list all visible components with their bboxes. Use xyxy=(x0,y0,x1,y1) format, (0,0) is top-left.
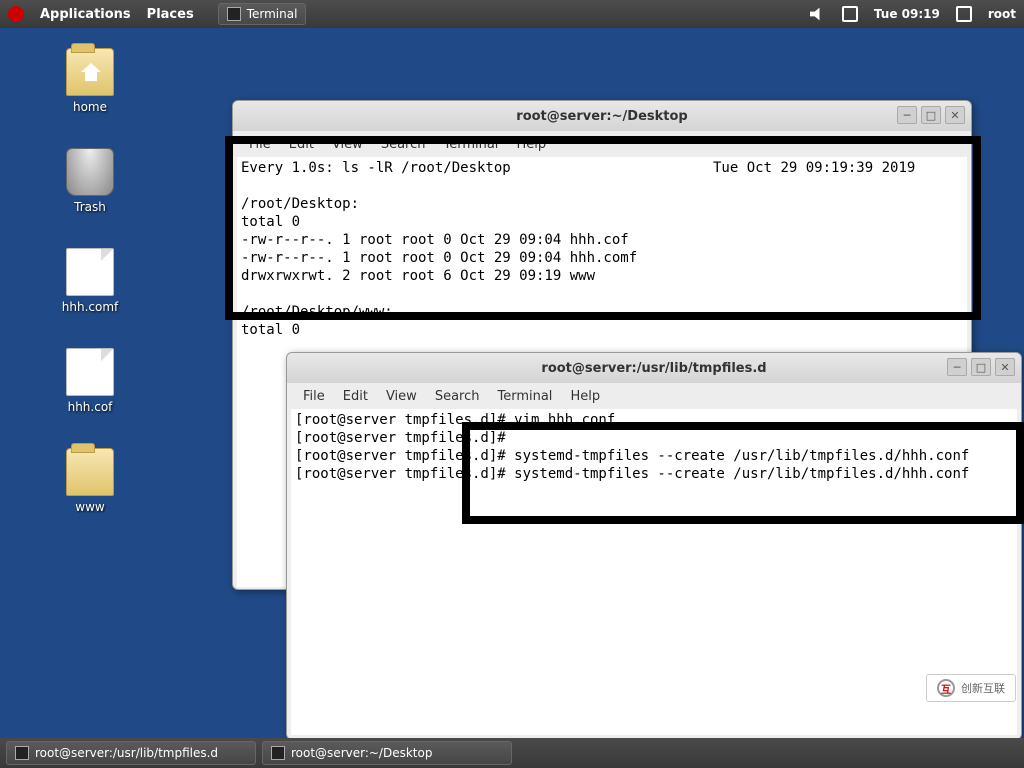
file-icon xyxy=(66,248,114,296)
panel-task-label: Terminal xyxy=(247,7,298,21)
menu-search[interactable]: Search xyxy=(435,389,480,404)
bottom-panel: root@server:/usr/lib/tmpfiles.d root@ser… xyxy=(0,738,1024,768)
titlebar[interactable]: root@server:~/Desktop ─ □ ✕ xyxy=(233,101,971,131)
menu-terminal[interactable]: Terminal xyxy=(497,389,552,404)
menubar: File Edit View Search Terminal Help xyxy=(287,383,1021,409)
desktop-icon-hhh-cof[interactable]: hhh.cof xyxy=(50,348,130,414)
menu-places[interactable]: Places xyxy=(147,7,194,22)
desktop-icon-home[interactable]: home xyxy=(50,48,130,114)
menu-applications[interactable]: Applications xyxy=(40,7,131,22)
menu-file[interactable]: File xyxy=(303,389,325,404)
clock[interactable]: Tue 09:19 xyxy=(874,7,940,21)
desktop-icon-hhh-comf[interactable]: hhh.comf xyxy=(50,248,130,314)
volume-icon[interactable] xyxy=(810,6,826,22)
titlebar[interactable]: root@server:/usr/lib/tmpfiles.d ─ □ ✕ xyxy=(287,353,1021,383)
menu-view[interactable]: View xyxy=(386,389,417,404)
file-icon xyxy=(66,348,114,396)
network-icon[interactable] xyxy=(842,6,858,22)
minimize-button[interactable]: ─ xyxy=(897,106,917,124)
terminal-icon xyxy=(271,746,285,760)
menu-edit[interactable]: Edit xyxy=(289,137,314,152)
taskbar-label: root@server:~/Desktop xyxy=(291,746,432,760)
menu-search[interactable]: Search xyxy=(381,137,426,152)
trash-icon xyxy=(66,148,114,196)
desktop-icon-label: Trash xyxy=(50,200,130,214)
terminal-icon xyxy=(15,746,29,760)
desktop-icon-label: www xyxy=(50,500,130,514)
user-menu[interactable]: root xyxy=(988,7,1016,21)
terminal-window-tmpfiles[interactable]: root@server:/usr/lib/tmpfiles.d ─ □ ✕ Fi… xyxy=(286,352,1022,740)
power-icon[interactable] xyxy=(956,6,972,22)
menu-terminal[interactable]: Terminal xyxy=(443,137,498,152)
maximize-button[interactable]: □ xyxy=(921,106,941,124)
desktop-icon-label: hhh.cof xyxy=(50,400,130,414)
desktop-icon-trash[interactable]: Trash xyxy=(50,148,130,214)
taskbar-item-2[interactable]: root@server:~/Desktop xyxy=(262,741,512,765)
desktop: home Trash hhh.comf hhh.cof www root@ser… xyxy=(0,28,1024,738)
watermark-logo-icon: 互 xyxy=(937,679,955,697)
taskbar-item-1[interactable]: root@server:/usr/lib/tmpfiles.d xyxy=(6,741,256,765)
top-panel: Applications Places Terminal Tue 09:19 r… xyxy=(0,0,1024,28)
terminal-icon xyxy=(227,7,241,21)
menu-help[interactable]: Help xyxy=(570,389,600,404)
menu-view[interactable]: View xyxy=(332,137,363,152)
window-title: root@server:~/Desktop xyxy=(516,109,687,124)
folder-icon xyxy=(66,448,114,496)
distro-logo-icon xyxy=(8,6,24,22)
close-button[interactable]: ✕ xyxy=(945,106,965,124)
minimize-button[interactable]: ─ xyxy=(947,358,967,376)
watermark: 互 创新互联 xyxy=(926,674,1016,702)
menubar: File Edit View Search Terminal Help xyxy=(233,131,971,157)
window-title: root@server:/usr/lib/tmpfiles.d xyxy=(541,361,766,376)
menu-help[interactable]: Help xyxy=(516,137,546,152)
menu-edit[interactable]: Edit xyxy=(343,389,368,404)
watermark-text: 创新互联 xyxy=(961,680,1005,696)
taskbar-label: root@server:/usr/lib/tmpfiles.d xyxy=(35,746,218,760)
maximize-button[interactable]: □ xyxy=(971,358,991,376)
menu-file[interactable]: File xyxy=(249,137,271,152)
desktop-icon-www[interactable]: www xyxy=(50,448,130,514)
home-folder-icon xyxy=(66,48,114,96)
panel-task-terminal[interactable]: Terminal xyxy=(218,3,307,25)
desktop-icon-label: home xyxy=(50,100,130,114)
terminal-output[interactable]: [root@server tmpfiles.d]# vim hhh.conf [… xyxy=(291,409,1017,735)
close-button[interactable]: ✕ xyxy=(995,358,1015,376)
desktop-icon-label: hhh.comf xyxy=(50,300,130,314)
